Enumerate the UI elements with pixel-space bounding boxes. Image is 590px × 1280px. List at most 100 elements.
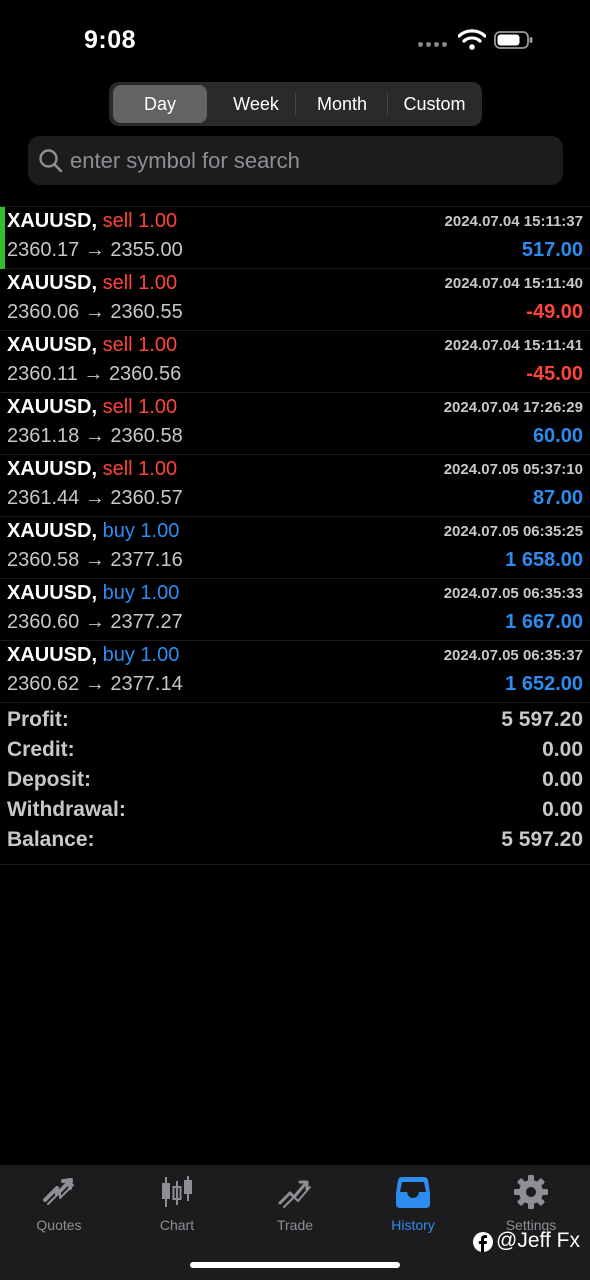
search-input[interactable]: [70, 136, 550, 185]
trade-header: XAUUSD, buy 1.00: [7, 582, 179, 605]
trade-icon: [278, 1180, 311, 1208]
watermark-text: @Jeff Fx: [496, 1229, 580, 1252]
trade-type: buy: [102, 520, 135, 542]
arrow-icon: →: [84, 673, 105, 695]
tab-week[interactable]: Week: [211, 85, 301, 123]
arrow-icon: →: [84, 487, 105, 509]
trade-type: buy: [102, 644, 135, 666]
tab-history[interactable]: History: [354, 1173, 472, 1243]
trade-profit: 1 658.00: [505, 549, 583, 571]
tab-label: Quotes: [36, 1217, 82, 1233]
tab-chart[interactable]: Chart: [118, 1173, 236, 1243]
cellular-signal-icon: [418, 40, 450, 48]
trade-symbol: XAUUSD,: [7, 520, 98, 542]
close-price: 2360.55: [110, 301, 183, 323]
trade-time: 2024.07.05 05:37:10: [443, 461, 583, 478]
tab-label: Chart: [159, 1217, 195, 1233]
trade-type: sell: [102, 396, 133, 418]
tab-label: History: [391, 1217, 435, 1233]
tab-quotes[interactable]: Quotes: [0, 1173, 118, 1243]
trade-time: 2024.07.04 15:11:41: [444, 337, 583, 354]
trade-header: XAUUSD, sell 1.00: [7, 272, 177, 295]
summary-label: Withdrawal:: [7, 798, 126, 821]
trade-prices: 2361.44 → 2360.57: [7, 487, 183, 510]
close-price: 2360.58: [110, 425, 183, 447]
home-indicator[interactable]: [190, 1262, 400, 1268]
tab-trade[interactable]: Trade: [236, 1173, 354, 1243]
close-price: 2360.56: [108, 363, 182, 385]
status-bar: 9:08: [0, 0, 590, 80]
trade-symbol: XAUUSD,: [7, 272, 98, 294]
trade-row[interactable]: XAUUSD, sell 1.00 2360.17 → 2355.00 2024…: [0, 207, 590, 269]
arrow-icon: →: [84, 549, 105, 571]
trade-row[interactable]: XAUUSD, buy 1.00 2360.58 → 2377.16 2024.…: [0, 517, 590, 579]
status-time: 9:08: [84, 26, 137, 54]
trade-volume: 1.00: [138, 458, 178, 480]
trade-profit: 517.00: [521, 239, 583, 261]
trade-time: 2024.07.05 06:35:25: [443, 523, 583, 540]
trade-profit: 1 652.00: [505, 673, 583, 695]
summary-value: 0.00: [542, 768, 583, 791]
trade-type: buy: [102, 582, 135, 604]
trade-profit: -45.00: [526, 363, 583, 385]
trade-type: sell: [102, 334, 133, 356]
open-price: 2360.58: [7, 549, 80, 571]
trade-time: 2024.07.05 06:35:33: [443, 585, 583, 602]
search-bar: [28, 136, 563, 185]
trade-row[interactable]: XAUUSD, buy 1.00 2360.60 → 2377.27 2024.…: [0, 579, 590, 641]
trade-prices: 2360.58 → 2377.16: [7, 549, 183, 572]
arrow-icon: →: [84, 239, 105, 261]
summary-value: 0.00: [542, 798, 583, 821]
trade-row[interactable]: XAUUSD, sell 1.00 2361.44 → 2360.57 2024…: [0, 455, 590, 517]
trade-volume: 1.00: [138, 334, 178, 356]
account-summary: Profit: 5 597.20 Credit: 0.00 Deposit: 0…: [0, 706, 590, 865]
trade-header: XAUUSD, sell 1.00: [7, 396, 177, 419]
trade-header: XAUUSD, buy 1.00: [7, 520, 179, 543]
trade-profit: 60.00: [532, 425, 583, 447]
trade-row[interactable]: XAUUSD, sell 1.00 2360.11 → 2360.56 2024…: [0, 331, 590, 393]
summary-value: 5 597.20: [501, 708, 583, 731]
summary-label: Profit:: [7, 708, 69, 731]
summary-label: Balance:: [7, 828, 95, 851]
trade-time: 2024.07.04 17:26:29: [443, 399, 583, 416]
open-price: 2360.06: [7, 301, 80, 323]
summary-row-profit: Profit: 5 597.20: [0, 706, 590, 736]
facebook-icon: [473, 1232, 493, 1252]
summary-label: Credit:: [7, 738, 75, 761]
open-price: 2361.18: [7, 425, 80, 447]
close-price: 2377.27: [110, 611, 183, 633]
trade-header: XAUUSD, buy 1.00: [7, 644, 179, 667]
battery-icon: [494, 31, 533, 49]
close-price: 2377.16: [110, 549, 183, 571]
trade-time: 2024.07.04 15:11:37: [444, 213, 583, 230]
close-price: 2377.14: [110, 673, 183, 695]
trade-volume: 1.00: [140, 520, 180, 542]
trade-row[interactable]: XAUUSD, sell 1.00 2360.06 → 2360.55 2024…: [0, 269, 590, 331]
trade-header: XAUUSD, sell 1.00: [7, 334, 177, 357]
trade-volume: 1.00: [138, 210, 178, 232]
selected-row-indicator: [0, 207, 5, 269]
period-segmented-control: Day Week Month Custom: [109, 82, 482, 126]
trade-prices: 2360.62 → 2377.14: [7, 673, 183, 696]
trade-profit: 1 667.00: [505, 611, 583, 633]
quotes-icon: [43, 1178, 74, 1205]
trade-row[interactable]: XAUUSD, sell 1.00 2361.18 → 2360.58 2024…: [0, 393, 590, 455]
arrow-icon: →: [84, 301, 105, 323]
summary-row-credit: Credit: 0.00: [0, 736, 590, 766]
tab-label: Trade: [276, 1217, 314, 1233]
summary-value: 0.00: [542, 738, 583, 761]
history-icon: [396, 1177, 430, 1208]
tab-custom[interactable]: Custom: [389, 85, 480, 123]
chart-icon: [162, 1176, 192, 1207]
trade-row[interactable]: XAUUSD, buy 1.00 2360.62 → 2377.14 2024.…: [0, 641, 590, 703]
open-price: 2360.62: [7, 673, 80, 695]
trade-symbol: XAUUSD,: [7, 582, 98, 604]
arrow-icon: →: [84, 425, 105, 447]
tab-month[interactable]: Month: [297, 85, 387, 123]
trade-prices: 2360.06 → 2360.55: [7, 301, 183, 324]
trade-prices: 2360.60 → 2377.27: [7, 611, 183, 634]
tab-day[interactable]: Day: [113, 85, 207, 123]
trade-header: XAUUSD, sell 1.00: [7, 458, 177, 481]
trade-volume: 1.00: [140, 582, 180, 604]
trade-symbol: XAUUSD,: [7, 644, 98, 666]
